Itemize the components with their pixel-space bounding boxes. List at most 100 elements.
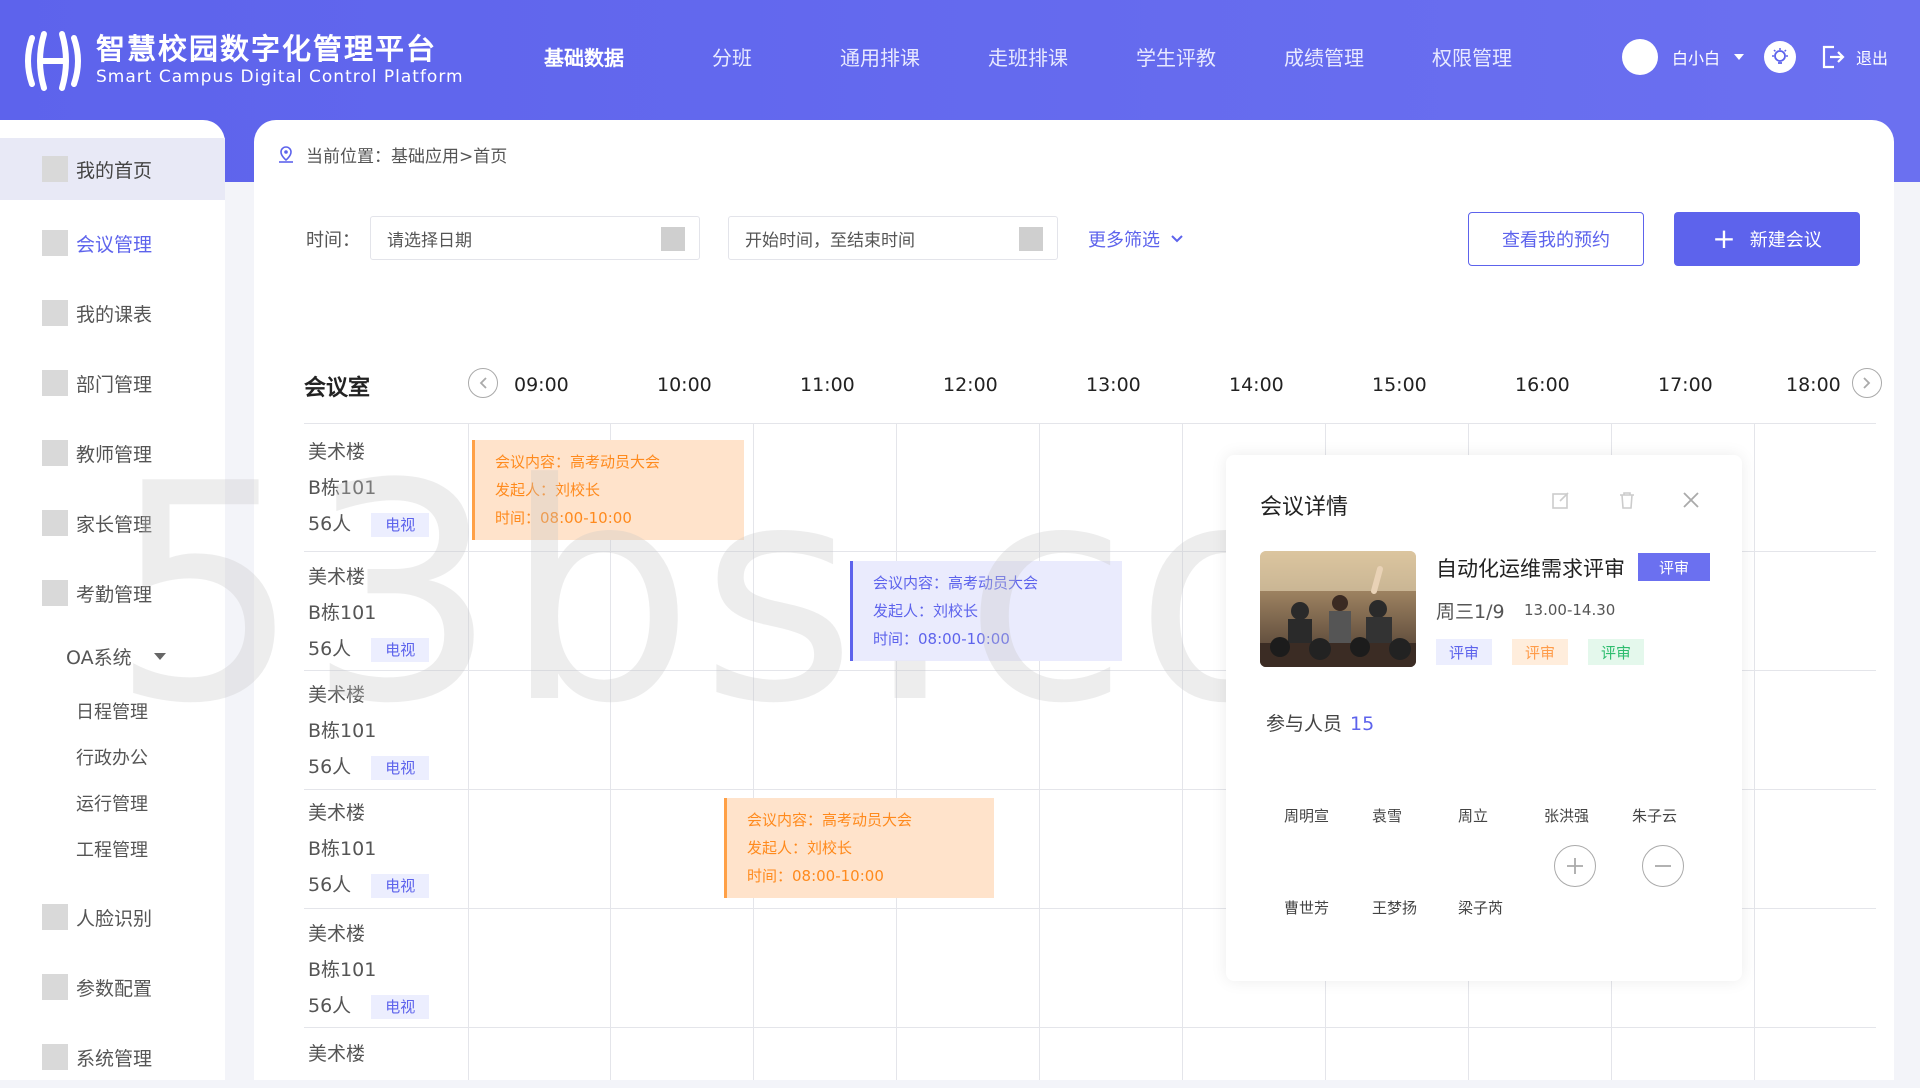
sidebar-oa-toggle[interactable]: OA系统	[66, 643, 166, 670]
sidebar-sub-calendar[interactable]: 日程管理	[76, 698, 148, 724]
room-row: 美术楼 B栋101 56人 电视	[308, 677, 430, 785]
sidebar-item-attendance[interactable]: 考勤管理	[0, 562, 225, 624]
teacher-icon	[42, 440, 68, 466]
time-slot-1800: 18:00	[1786, 374, 1841, 396]
parameters-icon	[42, 974, 68, 1000]
meeting-date: 周三1/9	[1436, 601, 1505, 623]
chevron-down-icon	[153, 653, 166, 660]
sidebar-item-teachers[interactable]: 教师管理	[0, 422, 225, 484]
room-row: 美术楼 B栋101 56人 电视	[308, 559, 430, 667]
meeting-block[interactable]: 会议内容：高考动员大会 发起人：刘校长 时间：08:00-10:00	[472, 440, 744, 540]
grid-divider	[468, 423, 469, 1080]
time-slot-1500: 15:00	[1372, 374, 1427, 396]
avatar[interactable]	[1622, 39, 1658, 75]
close-icon[interactable]	[1680, 489, 1702, 511]
time-filter-label: 时间：	[306, 230, 360, 251]
chevron-left-icon	[479, 377, 487, 389]
chevron-down-icon[interactable]	[1734, 54, 1745, 60]
equipment-tag: 电视	[371, 874, 430, 898]
equipment-tag: 电视	[371, 638, 430, 662]
clock-icon	[1019, 227, 1043, 251]
sidebar-item-parameters[interactable]: 参数配置	[0, 956, 225, 1018]
meeting-detail-popup: 会议详情 自动化运维需求评审 评审 周三1/9 13.00-14.30 评审 评…	[1226, 455, 1742, 981]
sidebar-item-departments[interactable]: 部门管理	[0, 352, 225, 414]
chevron-right-icon	[1863, 377, 1871, 389]
equipment-tag: 电视	[371, 995, 430, 1019]
face-icon	[42, 904, 68, 930]
more-filters-button[interactable]: 更多筛选	[1088, 226, 1184, 252]
add-participant-button[interactable]	[1554, 845, 1596, 887]
date-picker-input[interactable]: 请选择日期	[370, 216, 700, 260]
department-icon	[42, 370, 68, 396]
meeting-block[interactable]: 会议内容：高考动员大会 发起人：刘校长 时间：08:00-10:00	[850, 561, 1122, 661]
tag-chip: 评审	[1512, 639, 1568, 665]
sidebar: 我的首页 会议管理 我的课表 部门管理 教师管理 家长管理 考勤管理 OA系统 …	[0, 120, 225, 1080]
nav-grades[interactable]: 成绩管理	[1250, 38, 1398, 78]
nav-mobile-scheduling[interactable]: 走班排课	[954, 38, 1102, 78]
prev-time-button[interactable]	[468, 368, 498, 398]
meeting-title: 自动化运维需求评审	[1436, 557, 1625, 581]
my-bookings-button[interactable]: 查看我的预约	[1468, 212, 1644, 266]
parent-icon	[42, 510, 68, 536]
grid-divider	[304, 423, 1876, 424]
tag-chip: 评审	[1588, 639, 1644, 665]
minus-icon	[1655, 865, 1671, 867]
time-slot-1600: 16:00	[1515, 374, 1570, 396]
sidebar-item-meetings[interactable]: 会议管理	[0, 212, 225, 274]
nav-class-division[interactable]: 分班	[658, 38, 806, 78]
grid-divider	[896, 423, 897, 1080]
logout-icon[interactable]	[1820, 44, 1846, 70]
participant: 曹世芳	[1284, 899, 1330, 917]
sidebar-item-schedule[interactable]: 我的课表	[0, 282, 225, 344]
remove-participant-button[interactable]	[1642, 845, 1684, 887]
sidebar-item-home[interactable]: 我的首页	[0, 138, 225, 200]
nav-student-evaluation[interactable]: 学生评教	[1102, 38, 1250, 78]
nav-permissions[interactable]: 权限管理	[1398, 38, 1546, 78]
sidebar-sub-engineering[interactable]: 工程管理	[76, 836, 148, 862]
time-slot-1300: 13:00	[1086, 374, 1141, 396]
logo-icon	[25, 31, 81, 91]
nav-basic-data[interactable]: 基础数据	[510, 38, 658, 78]
participant: 朱子云	[1632, 807, 1678, 825]
room-row: 美术楼 B栋101 56人 电视	[308, 434, 430, 542]
delete-icon[interactable]	[1616, 489, 1638, 511]
sidebar-item-face-recognition[interactable]: 人脸识别	[0, 886, 225, 948]
room-row: 美术楼 B栋101 56人 电视	[308, 916, 430, 1024]
nav-general-scheduling[interactable]: 通用排课	[806, 38, 954, 78]
system-icon	[42, 1044, 68, 1070]
equipment-tag: 电视	[371, 513, 430, 537]
user-area: 白小白 退出	[1622, 38, 1888, 76]
breadcrumb: 当前位置：基础应用>首页	[276, 142, 507, 167]
meeting-time: 13.00-14.30	[1524, 601, 1616, 619]
participant: 张洪强	[1544, 807, 1590, 825]
sidebar-sub-operations[interactable]: 运行管理	[76, 790, 148, 816]
room-row: 美术楼	[308, 1043, 366, 1065]
brand-title: 智慧校园数字化管理平台	[96, 32, 438, 66]
time-slot-1700: 17:00	[1658, 374, 1713, 396]
lightbulb-icon[interactable]	[1764, 41, 1797, 73]
logout-button[interactable]: 退出	[1856, 45, 1888, 69]
edit-icon[interactable]	[1550, 489, 1572, 511]
participants-count: 15	[1350, 713, 1375, 735]
popup-title: 会议详情	[1260, 495, 1349, 520]
sidebar-item-parents[interactable]: 家长管理	[0, 492, 225, 554]
time-slot-0900: 09:00	[514, 374, 569, 396]
participants-header: 参与人员 15	[1266, 713, 1375, 735]
brand-subtitle: Smart Campus Digital Control Platform	[96, 67, 464, 87]
time-range-input[interactable]: 开始时间，至结束时间	[728, 216, 1058, 260]
grid-divider	[304, 1027, 1876, 1028]
calendar-icon	[661, 227, 685, 251]
meeting-block[interactable]: 会议内容：高考动员大会 发起人：刘校长 时间：08:00-10:00	[724, 798, 994, 898]
participant: 周立	[1458, 807, 1489, 825]
grid-divider	[1754, 423, 1755, 1080]
grid-divider	[753, 423, 754, 1080]
new-meeting-button[interactable]: + 新建会议	[1674, 212, 1860, 266]
time-slot-1000: 10:00	[657, 374, 712, 396]
room-column-header: 会议室	[304, 376, 371, 401]
next-time-button[interactable]	[1852, 368, 1882, 398]
sidebar-item-system[interactable]: 系统管理	[0, 1026, 225, 1088]
sidebar-sub-admin-office[interactable]: 行政办公	[76, 744, 148, 770]
user-name[interactable]: 白小白	[1672, 45, 1720, 69]
schedule-icon	[42, 300, 68, 326]
participant: 梁子芮	[1458, 899, 1504, 917]
